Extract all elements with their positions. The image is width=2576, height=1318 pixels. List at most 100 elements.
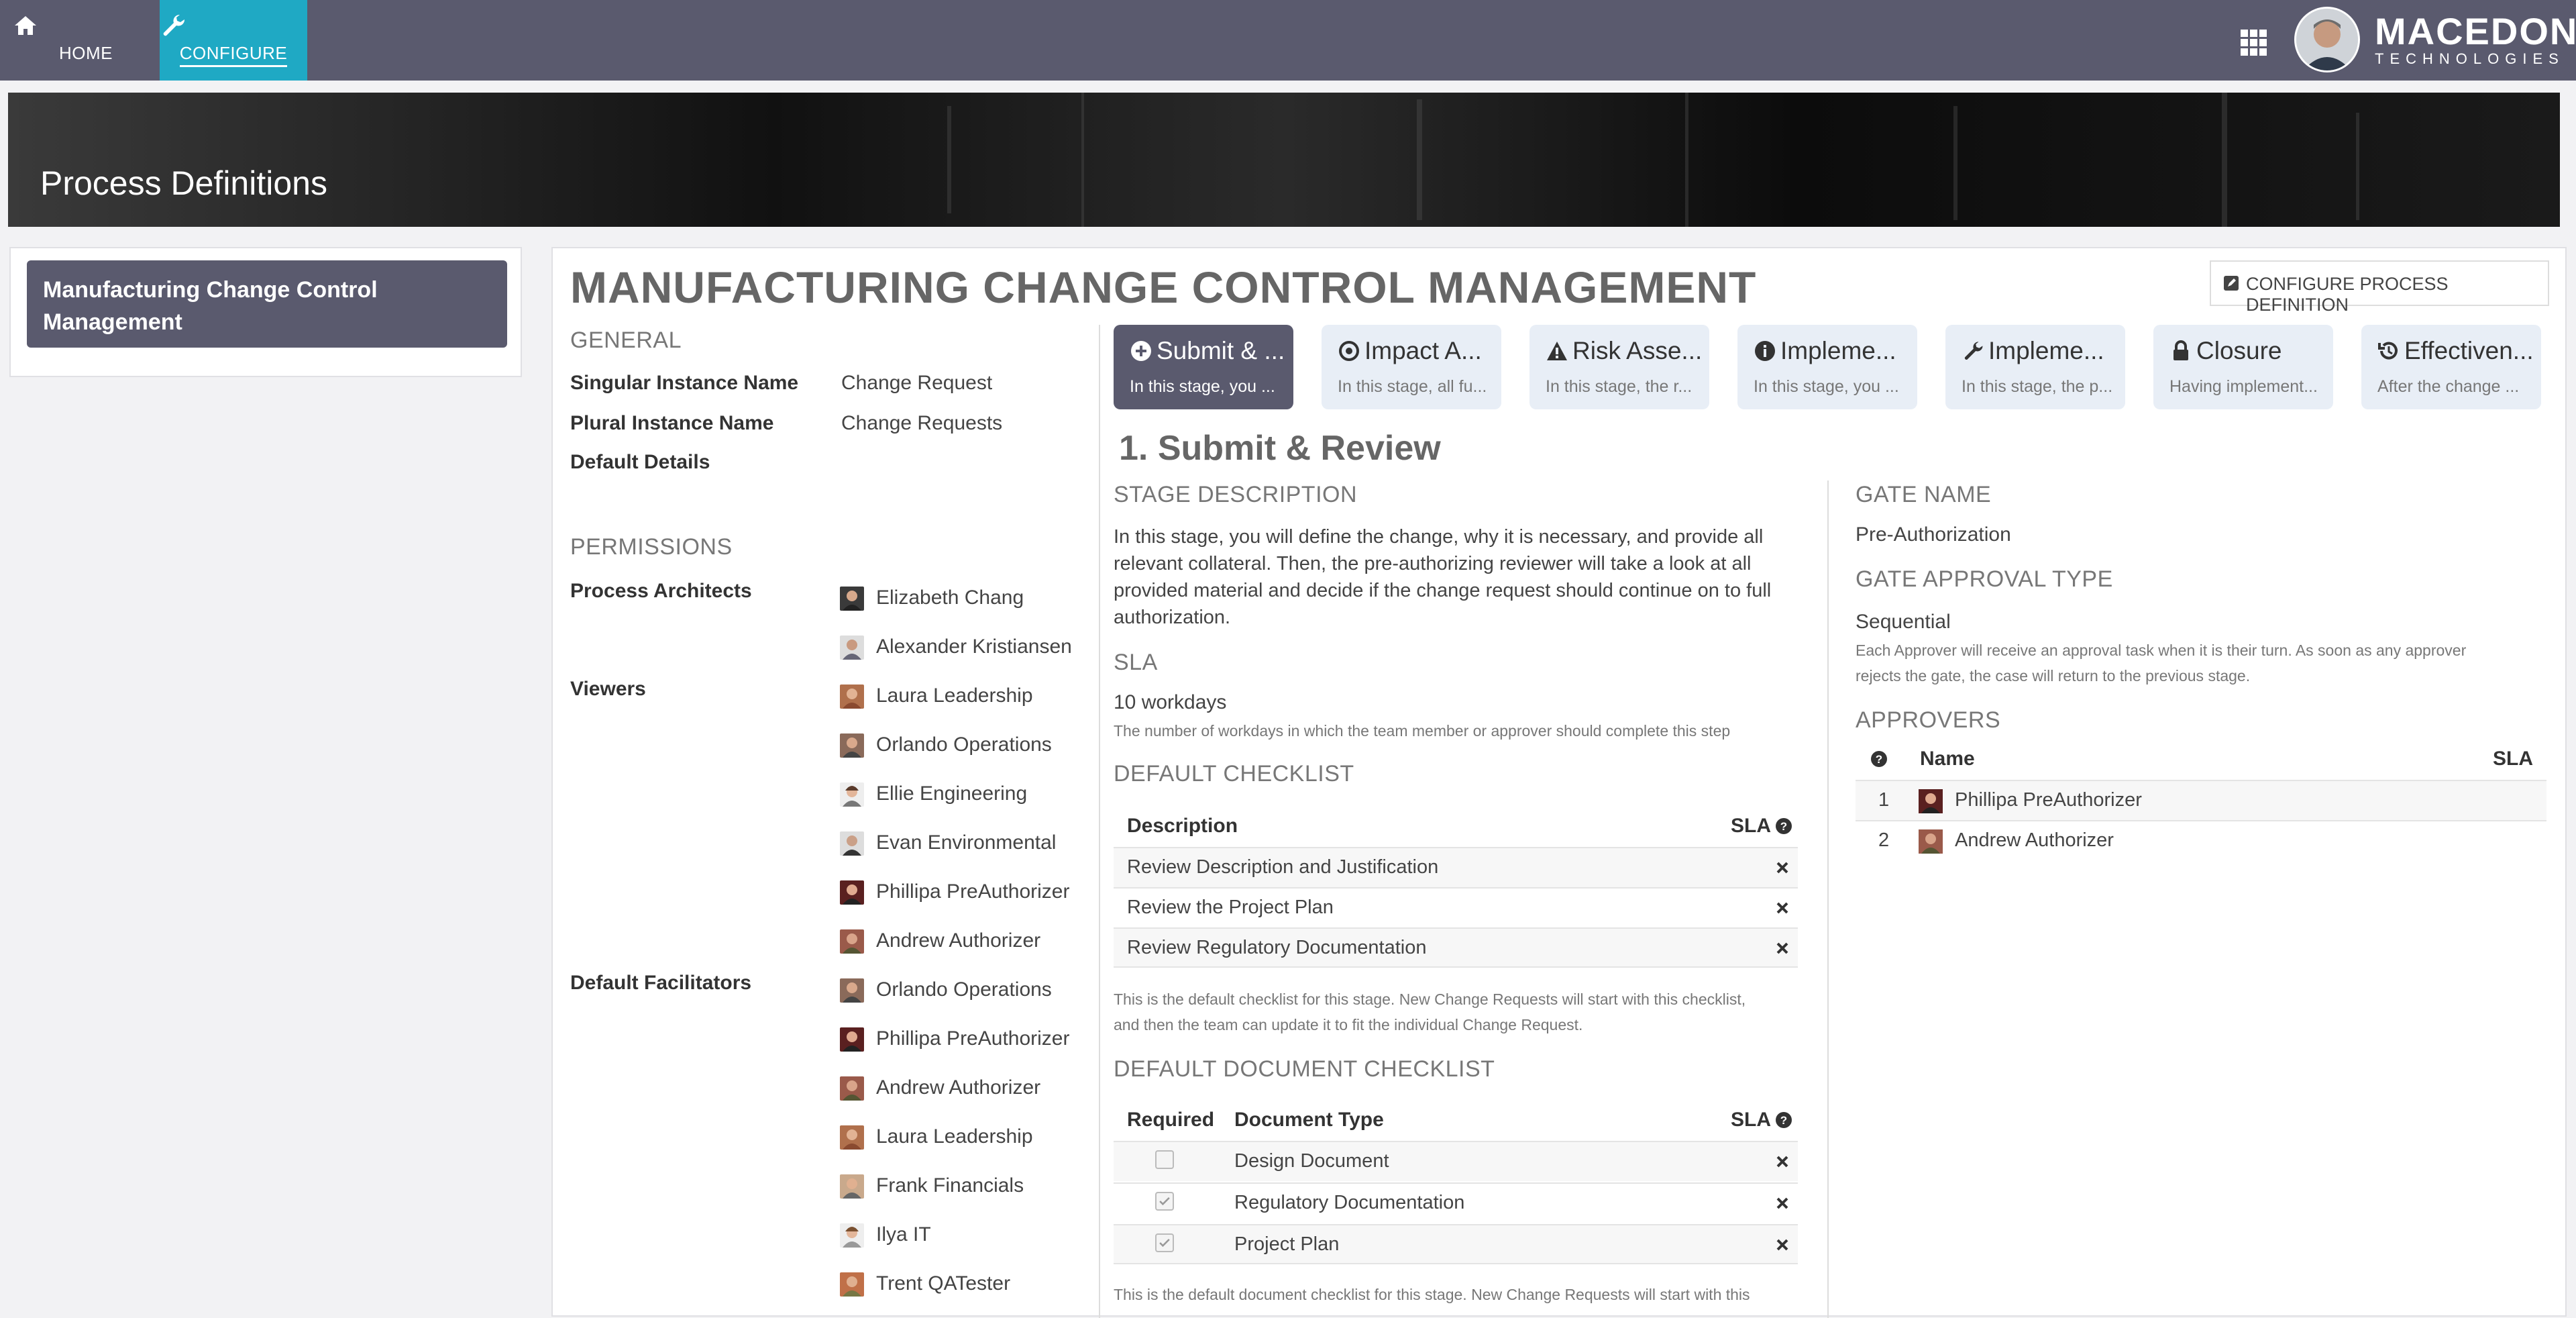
person-avatar-icon [840,880,864,905]
approvers-heading: APPROVERS [1856,707,2001,733]
table-row: 2 Andrew Authorizer [1856,820,2546,860]
tab-implementation-planning[interactable]: Impleme... In this stage, you ... [1737,325,1917,409]
remove-icon[interactable] [1774,1153,1791,1170]
nav-configure-label: CONFIGURE [179,43,288,67]
person-avatar-icon [840,929,864,954]
process-architects-label: Process Architects [570,580,752,602]
remove-icon[interactable] [1774,859,1791,876]
gate-divider [1827,480,1829,1318]
edit-icon [2224,276,2239,291]
nav-home-button[interactable]: HOME [12,0,160,81]
required-checkbox-checked[interactable] [1155,1192,1174,1211]
gate-approval-type-value: Sequential [1856,611,1951,633]
plural-value: Change Requests [841,412,1003,434]
configure-process-definition-button[interactable]: CONFIGURE PROCESS DEFINITION [2210,260,2549,315]
brand-name: MACEDON [2375,10,2576,52]
person-avatar-icon [840,1125,864,1150]
brand-subtitle: TECHNOLOGIES [2375,50,2565,67]
person-avatar-icon [840,1223,864,1248]
table-row: Review Regulatory Documentation [1114,927,1798,968]
person-avatar-icon [840,685,864,709]
tab-effectiveness[interactable]: Effectiven... After the change ... [2361,325,2541,409]
document-checklist-heading: DEFAULT DOCUMENT CHECKLIST [1114,1056,1495,1082]
history-icon [2378,342,2398,360]
remove-icon[interactable] [1774,1236,1791,1254]
tab-risk-assessment[interactable]: Risk Asse... In this stage, the r... [1529,325,1709,409]
user-avatar[interactable] [2294,7,2360,72]
gate-name-heading: GATE NAME [1856,482,1992,507]
doc-col-type: Document Type [1234,1109,1384,1131]
warning-icon [1547,342,1567,360]
svg-text:?: ? [1780,1114,1787,1127]
person-avatar-icon [840,782,864,807]
tab-sublabel: Having implement... [2169,377,2318,396]
person-avatar-icon [1919,789,1943,813]
checklist-col-sla: SLA? [1731,815,1792,838]
help-icon[interactable]: ? [1775,1111,1792,1129]
tab-label: Closure [2196,337,2282,364]
home-icon [15,16,36,35]
wrench-icon [1964,342,1983,360]
tab-sublabel: After the change ... [2377,377,2520,396]
default-checklist-heading: DEFAULT CHECKLIST [1114,761,1354,787]
table-row: 1 Phillipa PreAuthorizer [1856,780,2546,820]
tab-label: Impleme... [1988,337,2104,364]
gate-approval-note: Each Approver will receive an approval t… [1856,642,2467,685]
help-icon[interactable]: ? [1775,817,1792,835]
banner-texture [947,93,2359,227]
user-photo-icon [2296,9,2358,70]
remove-icon[interactable] [1774,1195,1791,1212]
gate-approval-type-heading: GATE APPROVAL TYPE [1856,566,2113,592]
remove-icon[interactable] [1774,940,1791,957]
sla-heading: SLA [1114,650,1158,675]
person-avatar-icon [840,978,864,1003]
sla-value: 10 workdays [1114,691,1227,713]
top-navbar: HOME CONFIGURE MACEDON TECHNOLOGIES [0,0,2576,81]
svg-text:?: ? [1876,753,1882,766]
apps-grid-icon[interactable] [2239,28,2269,58]
tab-sublabel: In this stage, the p... [1962,377,2113,396]
tab-sublabel: In this stage, all fu... [1338,377,1487,396]
person-avatar-icon [840,1174,864,1199]
singular-value: Change Request [841,372,993,394]
brand-logo: MACEDON TECHNOLOGIES [2375,12,2576,67]
table-row: Project Plan [1114,1224,1798,1264]
permissions-heading: PERMISSIONS [570,534,733,560]
tab-implementation[interactable]: Impleme... In this stage, the p... [1945,325,2125,409]
document-checklist-note: This is the default document checklist f… [1114,1286,1750,1303]
info-circle-icon [1755,341,1775,361]
person-avatar-icon [840,636,864,660]
lock-icon [2174,340,2188,360]
process-definition-panel: MANUFACTURING CHANGE CONTROL MANAGEMENT … [551,247,2567,1318]
tab-submit-review[interactable]: Submit & ... In this stage, you ... [1114,325,1293,409]
tab-label: Impact A... [1364,337,1482,364]
tab-sublabel: In this stage, the r... [1546,377,1693,396]
tab-impact-assessment[interactable]: Impact A... In this stage, all fu... [1322,325,1501,409]
remove-icon[interactable] [1774,899,1791,917]
help-icon[interactable]: ? [1870,750,1888,768]
tab-label: Impleme... [1780,337,1896,364]
stage-description-text: In this stage, you will define the chang… [1114,526,1772,628]
checklist-col-description: Description [1127,815,1238,837]
configure-button-label: CONFIGURE PROCESS DEFINITION [2246,274,2449,315]
sla-note: The number of workdays in which the team… [1114,722,1731,740]
stage-title: 1. Submit & Review [1119,429,1441,468]
required-checkbox[interactable] [1155,1150,1174,1169]
doc-col-sla: SLA? [1731,1109,1792,1131]
nav-configure-button[interactable]: CONFIGURE [160,0,307,81]
tab-label: Effectiven... [2404,337,2534,364]
general-heading: GENERAL [570,327,682,353]
person-avatar-icon [840,1027,864,1052]
nav-home-label: HOME [59,43,113,63]
required-checkbox-checked[interactable] [1155,1233,1174,1252]
checklist-note: This is the default checklist for this s… [1114,991,1746,1033]
approvers-col-sla: SLA [2493,748,2533,770]
plural-label: Plural Instance Name [570,412,774,434]
process-item-manufacturing[interactable]: Manufacturing Change Control Management [27,260,507,348]
table-row: Regulatory Documentation [1114,1182,1798,1223]
plus-circle-icon [1131,341,1151,361]
person-avatar-icon [840,1076,864,1101]
table-row: Review the Project Plan [1114,887,1798,927]
tab-closure[interactable]: Closure Having implement... [2153,325,2333,409]
approvers-col-name: Name [1920,748,1975,770]
